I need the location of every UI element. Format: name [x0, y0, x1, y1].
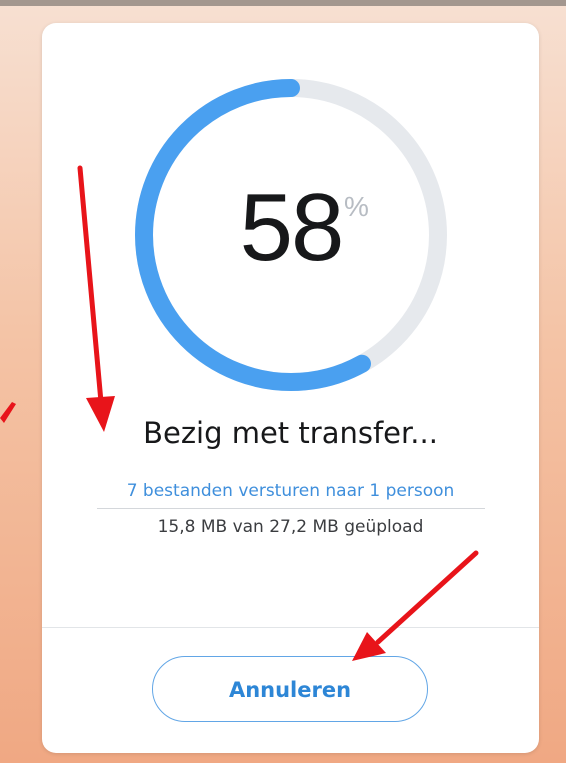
upload-status: 15,8 MB van 27,2 MB geüpload	[157, 517, 424, 537]
window-top-strip	[0, 0, 566, 6]
cancel-button[interactable]: Annuleren	[152, 656, 428, 722]
percent-sign: %	[344, 191, 369, 222]
info-divider	[97, 508, 485, 509]
progress-readout: 58 %	[133, 77, 449, 393]
status-title: Bezig met transfer...	[143, 416, 438, 450]
progress-percent-value: 58	[239, 174, 345, 281]
footer-divider	[42, 627, 539, 628]
transfer-dialog: 58 % Bezig met transfer... 7 bestanden v…	[42, 23, 539, 753]
recipients-link[interactable]: 7 bestanden versturen naar 1 persoon	[42, 481, 539, 501]
red-arrow-icon	[0, 402, 16, 423]
